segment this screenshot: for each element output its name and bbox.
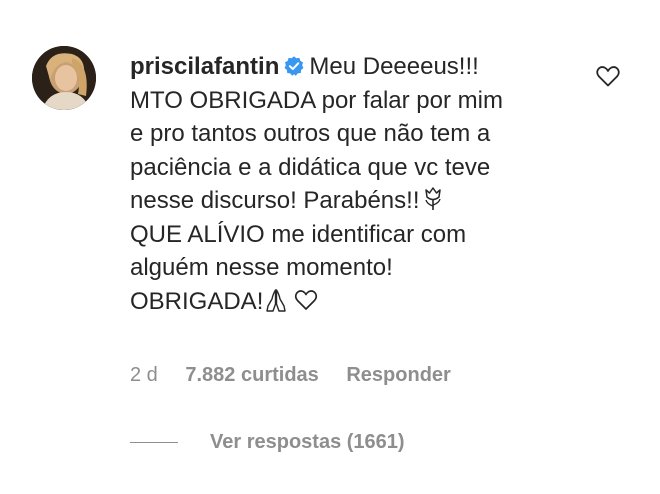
- comment-line-7: alguém nesse momento!: [130, 254, 393, 281]
- comment-line-8: OBRIGADA!: [130, 285, 580, 319]
- comment-text-line: Meu Deeeeus!!!: [309, 53, 479, 80]
- white-heart-icon: [295, 289, 318, 310]
- heart-outline-icon[interactable]: [594, 62, 622, 90]
- view-replies-button[interactable]: Ver respostas (1661): [130, 431, 405, 454]
- reply-button[interactable]: Responder: [346, 364, 450, 386]
- username-link[interactable]: priscilafantin: [130, 53, 279, 80]
- avatar[interactable]: [32, 46, 96, 110]
- tulip-emoji-icon: [424, 187, 441, 210]
- verified-badge-icon: [284, 56, 304, 76]
- comment-line-5: nesse discurso! Parabéns!!: [130, 184, 580, 218]
- comment-meta: 2 d 7.882 curtidas Responder: [130, 364, 473, 387]
- comment-line-3: e pro tantos outros que não tem a: [130, 120, 491, 147]
- comment-text-line: OBRIGADA!: [130, 287, 264, 315]
- view-replies-label: Ver respostas (1661): [210, 431, 405, 453]
- comment-text: priscilafantin Meu Deeeeus!!! MTO OBRIGAD…: [130, 50, 580, 318]
- comment-text-line: nesse discurso! Parabéns!!: [130, 187, 420, 214]
- comment-line-4: paciência e a didática que vc teve: [130, 153, 491, 181]
- replies-divider: [130, 441, 178, 444]
- comment-line-2: MTO OBRIGADA por falar por mim: [130, 86, 503, 114]
- comment-line-1: priscilafantin Meu Deeeeus!!!: [130, 50, 580, 84]
- comment-line-6: QUE ALÍVIO me identificar com: [130, 220, 467, 248]
- praying-hands-icon: [266, 288, 287, 312]
- comment-age: 2 d: [130, 364, 158, 386]
- likes-count-link[interactable]: 7.882 curtidas: [185, 364, 318, 386]
